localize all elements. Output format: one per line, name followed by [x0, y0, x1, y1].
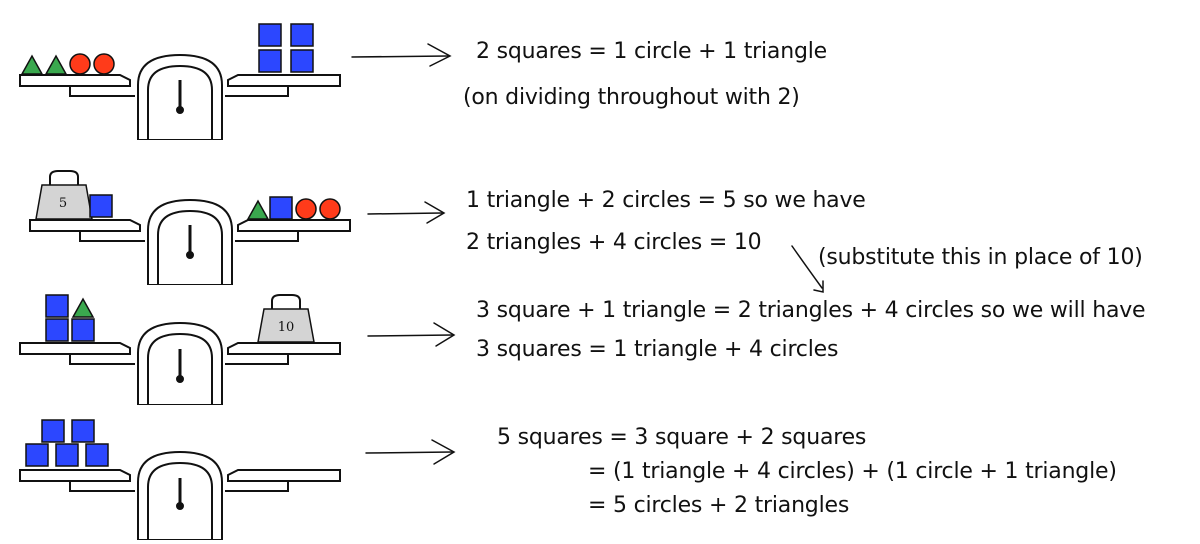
- step1-line1: 2 squares = 1 circle + 1 triangle: [476, 39, 827, 64]
- square-shape: [45, 294, 69, 318]
- weight-label: 5: [59, 196, 67, 211]
- step2-line2: 2 triangles + 4 circles = 10: [466, 230, 762, 255]
- circle-shape: [93, 53, 115, 75]
- square-shape: [269, 196, 293, 220]
- step3-line2: 3 squares = 1 triangle + 4 circles: [476, 337, 839, 362]
- square-shape: [290, 23, 314, 47]
- square-shape: [85, 443, 109, 467]
- arrow-right-icon: [367, 201, 446, 224]
- circle-shape: [295, 198, 317, 220]
- step1-line2: (on dividing throughout with 2): [463, 85, 800, 110]
- square-shape: [71, 419, 95, 443]
- arrow-right-icon: [367, 322, 456, 347]
- circle-shape: [319, 198, 341, 220]
- weight-label: 10: [278, 320, 295, 335]
- step4-line1: 5 squares = 3 square + 2 squares: [497, 425, 867, 450]
- balance-scale-2: 5: [29, 170, 351, 285]
- square-shape: [25, 443, 49, 467]
- square-shape: [258, 49, 282, 73]
- square-shape: [45, 318, 69, 342]
- weight-icon: 5: [35, 170, 93, 220]
- balance-scale-3: 10: [19, 294, 341, 405]
- step3-line1: 3 square + 1 triangle = 2 triangles + 4 …: [476, 298, 1146, 323]
- weight-icon: 10: [257, 294, 315, 343]
- square-shape: [41, 419, 65, 443]
- square-shape: [55, 443, 79, 467]
- step2-line1: 1 triangle + 2 circles = 5 so we have: [466, 188, 866, 213]
- balance-scale-4: [19, 419, 341, 540]
- balance-scale-1: [19, 23, 341, 140]
- step4-line2: = (1 triangle + 4 circles) + (1 circle +…: [588, 459, 1117, 484]
- square-shape: [71, 318, 95, 342]
- triangle-shape: [44, 54, 68, 75]
- square-shape: [258, 23, 282, 47]
- square-shape: [290, 49, 314, 73]
- triangle-shape: [20, 54, 44, 75]
- step4-line3: = 5 circles + 2 triangles: [588, 493, 850, 518]
- triangle-shape: [71, 297, 95, 318]
- circle-shape: [69, 53, 91, 75]
- triangle-shape: [246, 199, 270, 220]
- arrow-right-icon: [351, 43, 452, 67]
- square-shape: [89, 194, 113, 218]
- substitute-note: (substitute this in place of 10): [818, 245, 1143, 270]
- arrow-right-icon: [365, 439, 456, 465]
